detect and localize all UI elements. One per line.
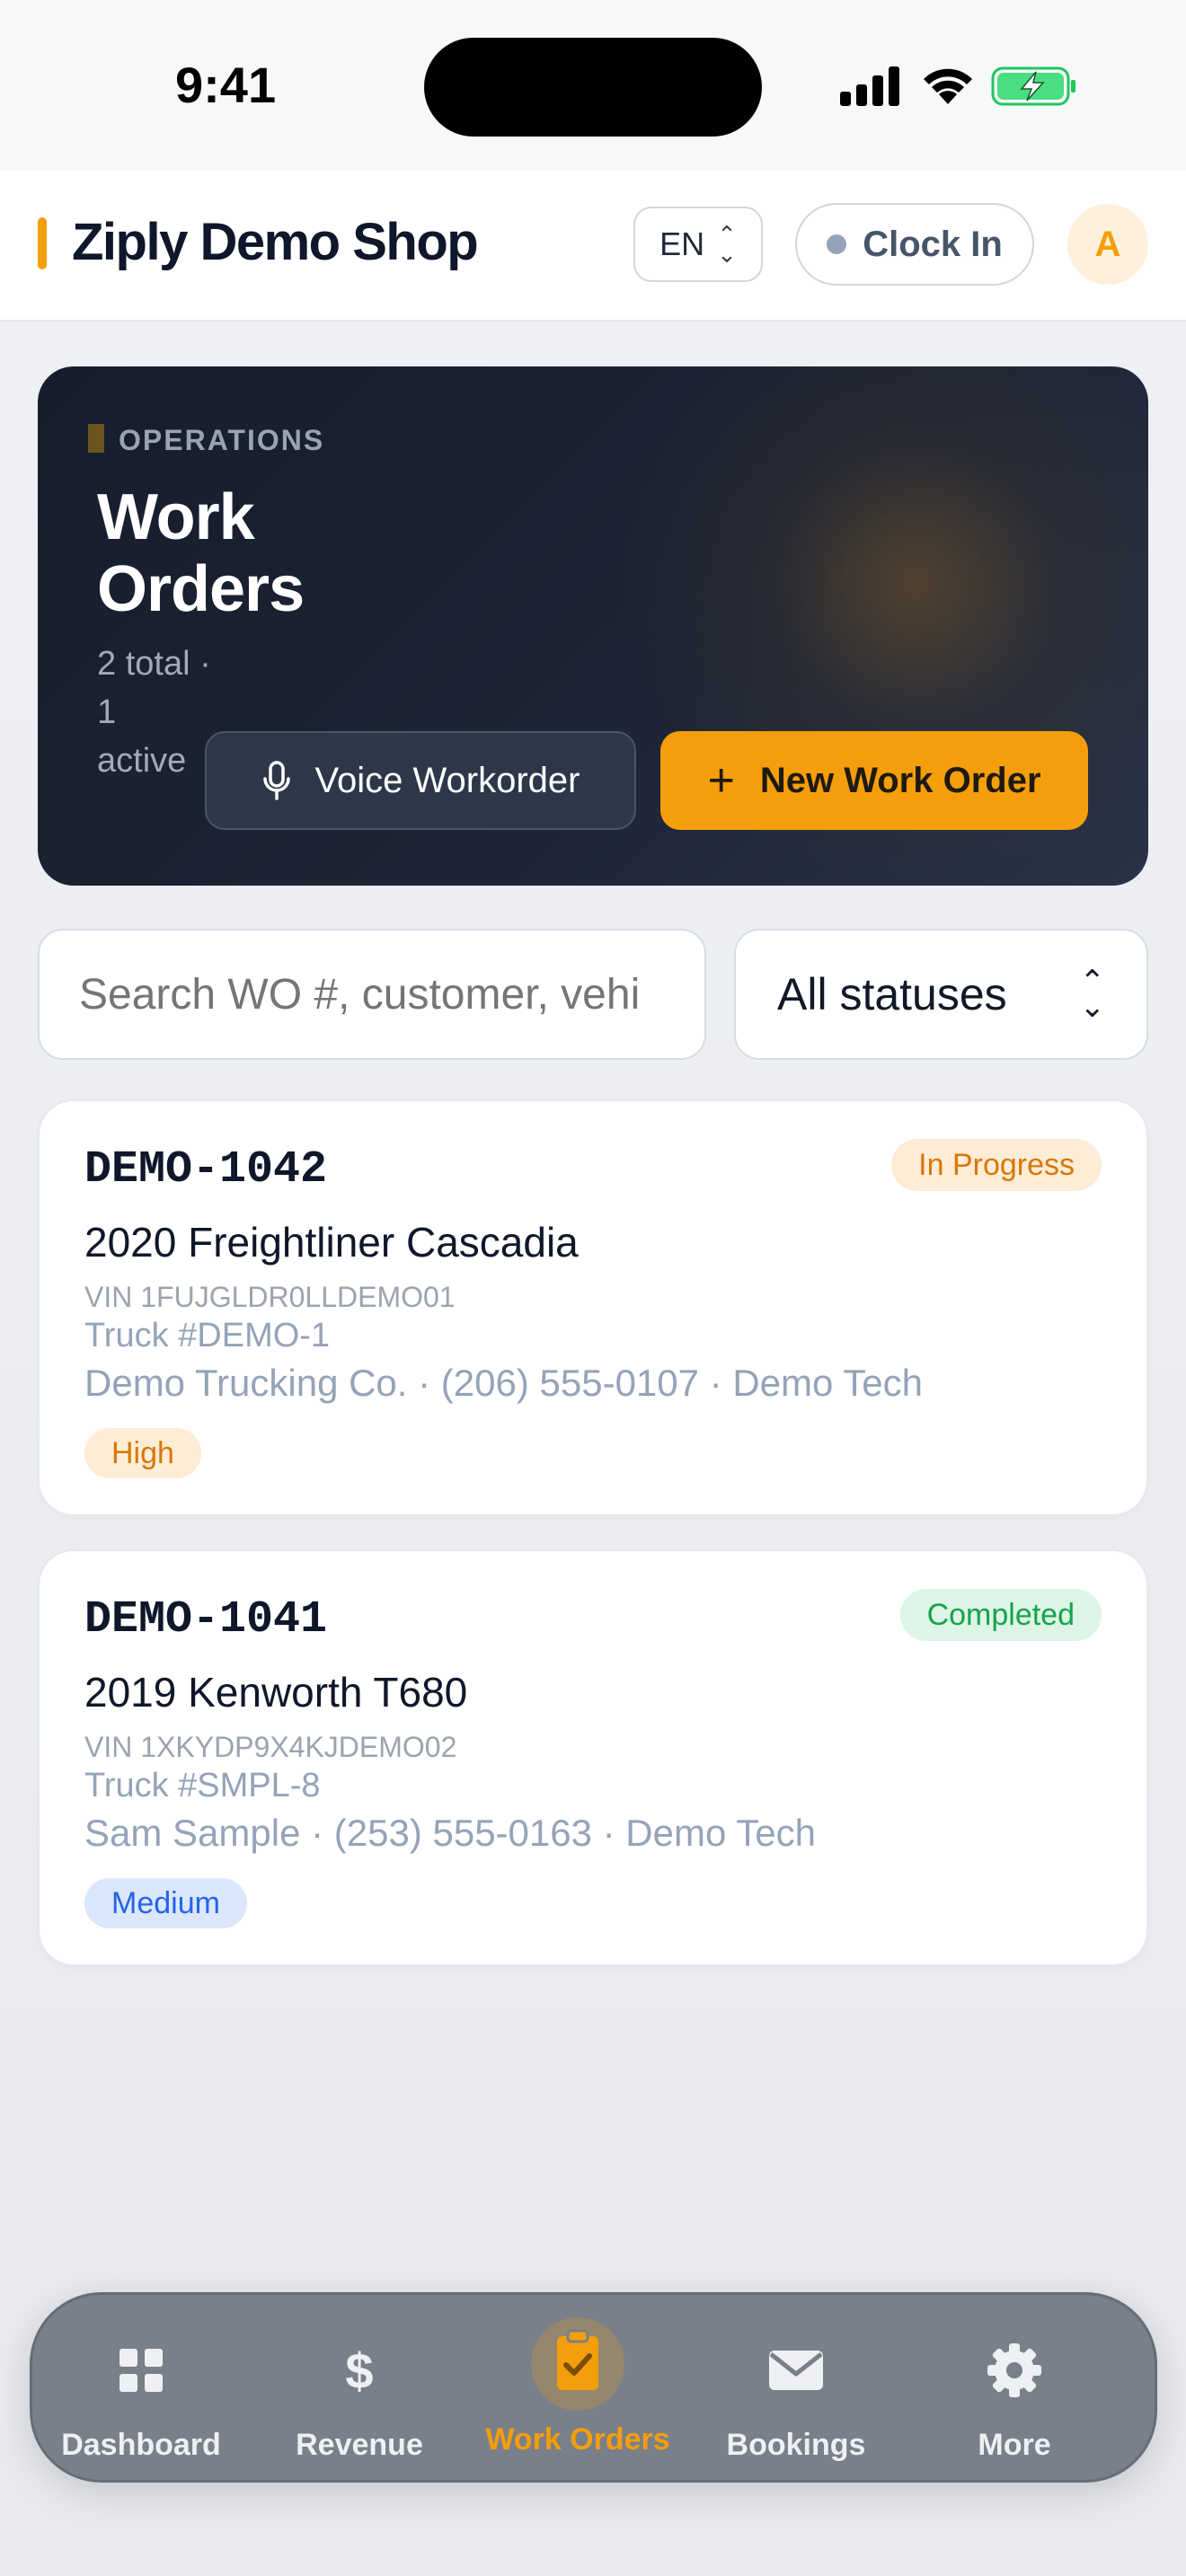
priority-badge: Medium	[84, 1878, 247, 1928]
work-order-count: 2 total · 1 active	[97, 645, 211, 780]
priority-badge: High	[84, 1428, 201, 1478]
status-badge: Completed	[899, 1589, 1102, 1641]
vehicle-name: 2019 Kenworth T680	[84, 1669, 468, 1716]
chevron-up-down-icon: ⌃ ⌄	[717, 221, 737, 268]
status-badge: In Progress	[891, 1139, 1102, 1191]
eyebrow-accent-bar	[88, 424, 104, 453]
status-time: 9:41	[175, 57, 277, 113]
vehicle-vin: VIN 1FUJGLDR0LLDEMO01	[84, 1281, 456, 1313]
battery-charging-icon	[991, 66, 1075, 106]
nav-label: Revenue	[296, 2428, 423, 2462]
status-bar: 9:41	[0, 0, 1186, 171]
clock-status-dot	[827, 234, 847, 254]
customer-line: Sam Sample · (253) 555-0163 · Demo Tech	[84, 1812, 816, 1854]
grid-icon	[119, 2349, 163, 2392]
language-value: EN	[659, 225, 705, 262]
clipboard-check-icon	[531, 2317, 624, 2411]
work-orders-hero: OPERATIONS Work Orders 2 total · 1 activ…	[38, 366, 1148, 886]
nav-item-bookings[interactable]: Bookings	[688, 2295, 904, 2485]
section-eyebrow: OPERATIONS	[119, 424, 325, 456]
status-filter-value: All statuses	[777, 969, 1007, 1019]
language-select[interactable]: EN ⌃ ⌄	[633, 207, 763, 282]
chevron-up-down-icon: ⌃ ⌄	[1079, 965, 1106, 1024]
plus-icon: +	[707, 754, 735, 807]
microphone-icon	[262, 761, 290, 800]
truck-number: Truck #DEMO-1	[84, 1317, 331, 1354]
svg-text:$: $	[345, 2342, 373, 2399]
search-input[interactable]	[38, 929, 706, 1060]
cellular-signal-icon	[840, 66, 899, 106]
new-work-order-button[interactable]: + New Work Order	[660, 731, 1088, 830]
status-filter-select[interactable]: All statuses ⌃ ⌄	[734, 929, 1148, 1060]
voice-workorder-button[interactable]: Voice Workorder	[205, 731, 636, 830]
gear-icon	[987, 2343, 1041, 2397]
envelope-icon	[769, 2351, 823, 2390]
work-order-number: DEMO-1042	[84, 1144, 328, 1195]
truck-number: Truck #SMPL-8	[84, 1767, 321, 1804]
vehicle-vin: VIN 1XKYDP9X4KJDEMO02	[84, 1731, 457, 1763]
nav-label: Bookings	[726, 2428, 866, 2462]
work-order-card[interactable]: DEMO-1041 Completed 2019 Kenworth T680 V…	[38, 1549, 1148, 1966]
app-header: Ziply Demo Shop EN ⌃ ⌄ Clock In A	[0, 171, 1186, 322]
clock-in-label: Clock In	[863, 224, 1003, 264]
new-work-order-label: New Work Order	[759, 760, 1041, 800]
nav-item-dashboard[interactable]: Dashboard	[33, 2295, 249, 2485]
avatar[interactable]: A	[1067, 204, 1148, 285]
work-order-card[interactable]: DEMO-1042 In Progress 2020 Freightliner …	[38, 1099, 1148, 1516]
bottom-nav: Dashboard $ Revenue Work Orders Bookings	[30, 2292, 1157, 2483]
wifi-icon	[924, 68, 972, 104]
page-title: Work Orders	[97, 481, 305, 625]
voice-workorder-label: Voice Workorder	[314, 760, 580, 800]
brand-accent-bar	[38, 217, 47, 269]
customer-line: Demo Trucking Co. · (206) 555-0107 · Dem…	[84, 1362, 923, 1404]
clock-in-button[interactable]: Clock In	[795, 203, 1034, 286]
dollar-icon: $	[345, 2342, 373, 2399]
shop-name: Ziply Demo Shop	[72, 213, 479, 271]
vehicle-name: 2020 Freightliner Cascadia	[84, 1219, 579, 1266]
nav-item-more[interactable]: More	[907, 2295, 1122, 2485]
dynamic-island	[424, 38, 762, 137]
nav-item-revenue[interactable]: $ Revenue	[252, 2295, 467, 2485]
work-order-number: DEMO-1041	[84, 1594, 328, 1645]
nav-label: More	[978, 2428, 1051, 2462]
nav-item-work-orders[interactable]: Work Orders	[470, 2295, 686, 2485]
nav-label: Dashboard	[61, 2428, 221, 2462]
nav-label: Work Orders	[485, 2422, 670, 2457]
